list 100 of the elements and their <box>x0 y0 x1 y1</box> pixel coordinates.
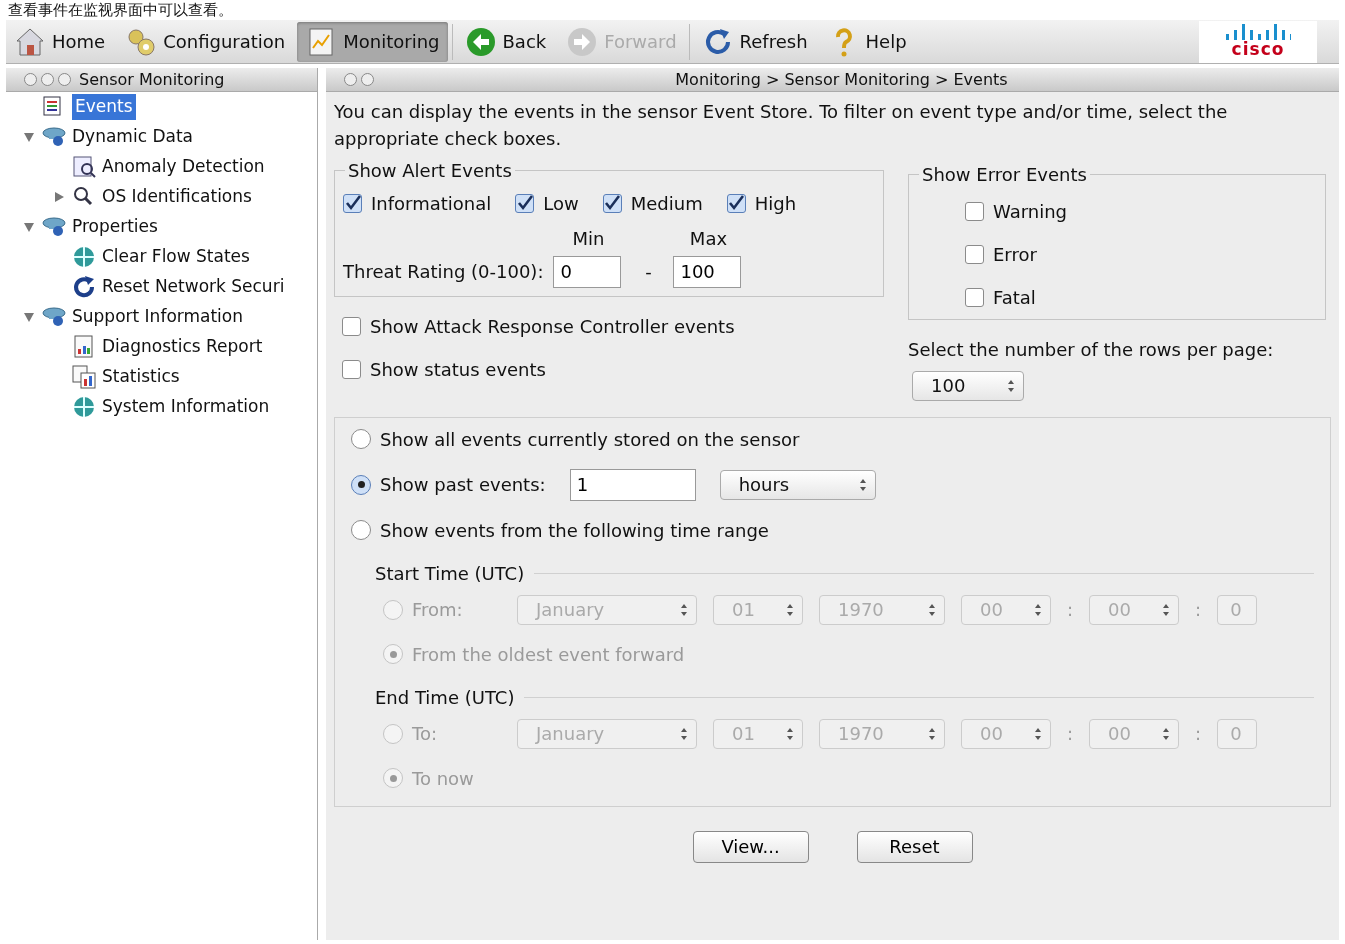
section-heading: End Time (UTC) <box>375 685 515 710</box>
expanded-arrow-icon[interactable] <box>23 221 35 233</box>
stepper-arrows-icon <box>680 726 688 741</box>
database-icon <box>42 305 66 329</box>
stepper-arrows-icon <box>786 726 794 741</box>
checkbox[interactable] <box>965 287 984 307</box>
checkbox-label: Informational <box>371 191 492 216</box>
report-icon <box>72 335 96 359</box>
breadcrumb-title: Monitoring > Sensor Monitoring > Events <box>675 68 1008 91</box>
checkbox[interactable] <box>602 193 622 213</box>
view-button[interactable]: View... <box>692 830 809 863</box>
tree-item[interactable]: Dynamic Data <box>72 124 193 150</box>
stepper-arrows-icon <box>680 602 688 617</box>
min-label: Min <box>572 226 605 251</box>
panel-title: Sensor Monitoring <box>79 68 225 91</box>
checkbox[interactable] <box>342 316 361 336</box>
tree-item[interactable]: Properties <box>72 214 158 240</box>
window-control[interactable] <box>361 73 374 86</box>
radio-label: Show past events: <box>380 473 546 498</box>
logo-text: cisco <box>1231 40 1285 57</box>
checkbox[interactable] <box>343 193 362 213</box>
time-colon: : <box>1195 598 1202 623</box>
checkbox-label: High <box>754 191 797 216</box>
time-colon: : <box>1067 598 1074 623</box>
tree-item[interactable]: Diagnostics Report <box>102 334 263 360</box>
checkbox-label: Medium <box>630 191 703 216</box>
threat-rating-label: Threat Rating (0-100): <box>343 260 544 285</box>
caption-text: 查看事件在监视界面中可以查看。 <box>7 0 234 20</box>
tree-item[interactable]: Events <box>72 94 136 120</box>
tree-item[interactable]: Anomaly Detection <box>102 154 265 180</box>
radio-label: From the oldest event forward <box>412 642 685 667</box>
toolbar-button[interactable]: Back <box>456 21 555 62</box>
radio-button[interactable] <box>351 520 371 541</box>
tree-item[interactable]: Support Information <box>72 304 243 330</box>
past-events-input[interactable]: 1 <box>569 468 696 501</box>
logo-bars-icon <box>1225 22 1291 41</box>
reset-button[interactable]: Reset <box>856 830 973 863</box>
stepper-arrows-icon <box>786 602 794 617</box>
tree-item[interactable]: System Information <box>102 394 270 420</box>
checkbox-label: Show status events <box>370 357 546 382</box>
reset-icon <box>72 275 96 299</box>
checkbox-label: Warning <box>993 199 1067 224</box>
tree-item[interactable]: Reset Network Securi <box>102 274 285 300</box>
stepper-arrows-icon <box>1162 602 1171 617</box>
stepper-arrows-icon <box>1007 378 1015 393</box>
radio-label: Show all events currently stored on the sensor <box>380 427 800 452</box>
checkbox-label: Fatal <box>993 285 1036 310</box>
description-text: You can display the events in the sensor Event Store. To filter on event type and/or time, select the appropriate check boxes. <box>334 100 1229 151</box>
max-label: Max <box>689 226 728 251</box>
window-control[interactable] <box>41 73 54 86</box>
toolbar-button[interactable]: Help <box>819 21 915 62</box>
window-control[interactable] <box>58 73 71 86</box>
expanded-arrow-icon[interactable] <box>23 311 35 323</box>
toolbar-button[interactable]: Refresh <box>693 21 816 62</box>
radio-button[interactable] <box>351 429 371 450</box>
toolbar-button[interactable]: Home <box>6 21 114 62</box>
window-control[interactable] <box>24 73 37 86</box>
toolbar-button[interactable]: Monitoring <box>297 21 448 62</box>
tree-item[interactable]: Clear Flow States <box>102 244 250 270</box>
rows-per-page-select[interactable]: 100 <box>912 370 1024 401</box>
radio-label: From: <box>412 598 463 623</box>
stepper-arrows-icon <box>1034 726 1042 741</box>
chart-magnifier-icon <box>72 155 96 179</box>
tree-item[interactable]: OS Identifications <box>102 184 252 210</box>
rows-per-page-label: Select the number of the rows per page: <box>908 337 1275 362</box>
stepper-arrows-icon <box>1034 602 1042 617</box>
max-input[interactable]: 100 <box>673 255 742 288</box>
statistics-icon <box>72 365 96 389</box>
checkbox-label: Error <box>993 242 1037 267</box>
group-title: Show Alert Events <box>347 160 513 182</box>
window-control[interactable] <box>344 73 357 86</box>
radio-button[interactable] <box>351 474 371 495</box>
globe-icon <box>72 395 96 419</box>
stepper-arrows-icon <box>1162 726 1171 741</box>
stepper-arrows-icon <box>928 726 936 741</box>
checkbox-label: Low <box>543 191 579 216</box>
checkbox[interactable] <box>515 193 535 213</box>
checkbox[interactable] <box>726 193 746 213</box>
time-colon: : <box>1195 722 1202 747</box>
unit-select[interactable]: hours <box>719 469 876 500</box>
range-dash: - <box>644 260 653 285</box>
collapsed-arrow-icon[interactable] <box>53 191 65 203</box>
radio-label: Show events from the following time range <box>380 518 769 543</box>
database-icon <box>42 215 66 239</box>
toolbar-button[interactable]: Configuration <box>117 21 294 62</box>
radio-label: To: <box>412 722 437 747</box>
checkbox[interactable] <box>965 244 984 264</box>
stepper-arrows-icon <box>858 477 867 492</box>
stepper-arrows-icon <box>928 602 936 617</box>
database-icon <box>42 125 66 149</box>
min-input[interactable]: 0 <box>553 255 622 288</box>
group-title: Show Error Events <box>921 164 1088 186</box>
section-heading: Start Time (UTC) <box>375 561 525 586</box>
expanded-arrow-icon[interactable] <box>23 131 35 143</box>
checkbox[interactable] <box>965 201 984 221</box>
tree-item[interactable]: Statistics <box>102 364 180 390</box>
time-colon: : <box>1067 722 1074 747</box>
checkbox[interactable] <box>342 359 361 379</box>
radio-label: To now <box>412 766 474 791</box>
globe-icon <box>72 245 96 269</box>
